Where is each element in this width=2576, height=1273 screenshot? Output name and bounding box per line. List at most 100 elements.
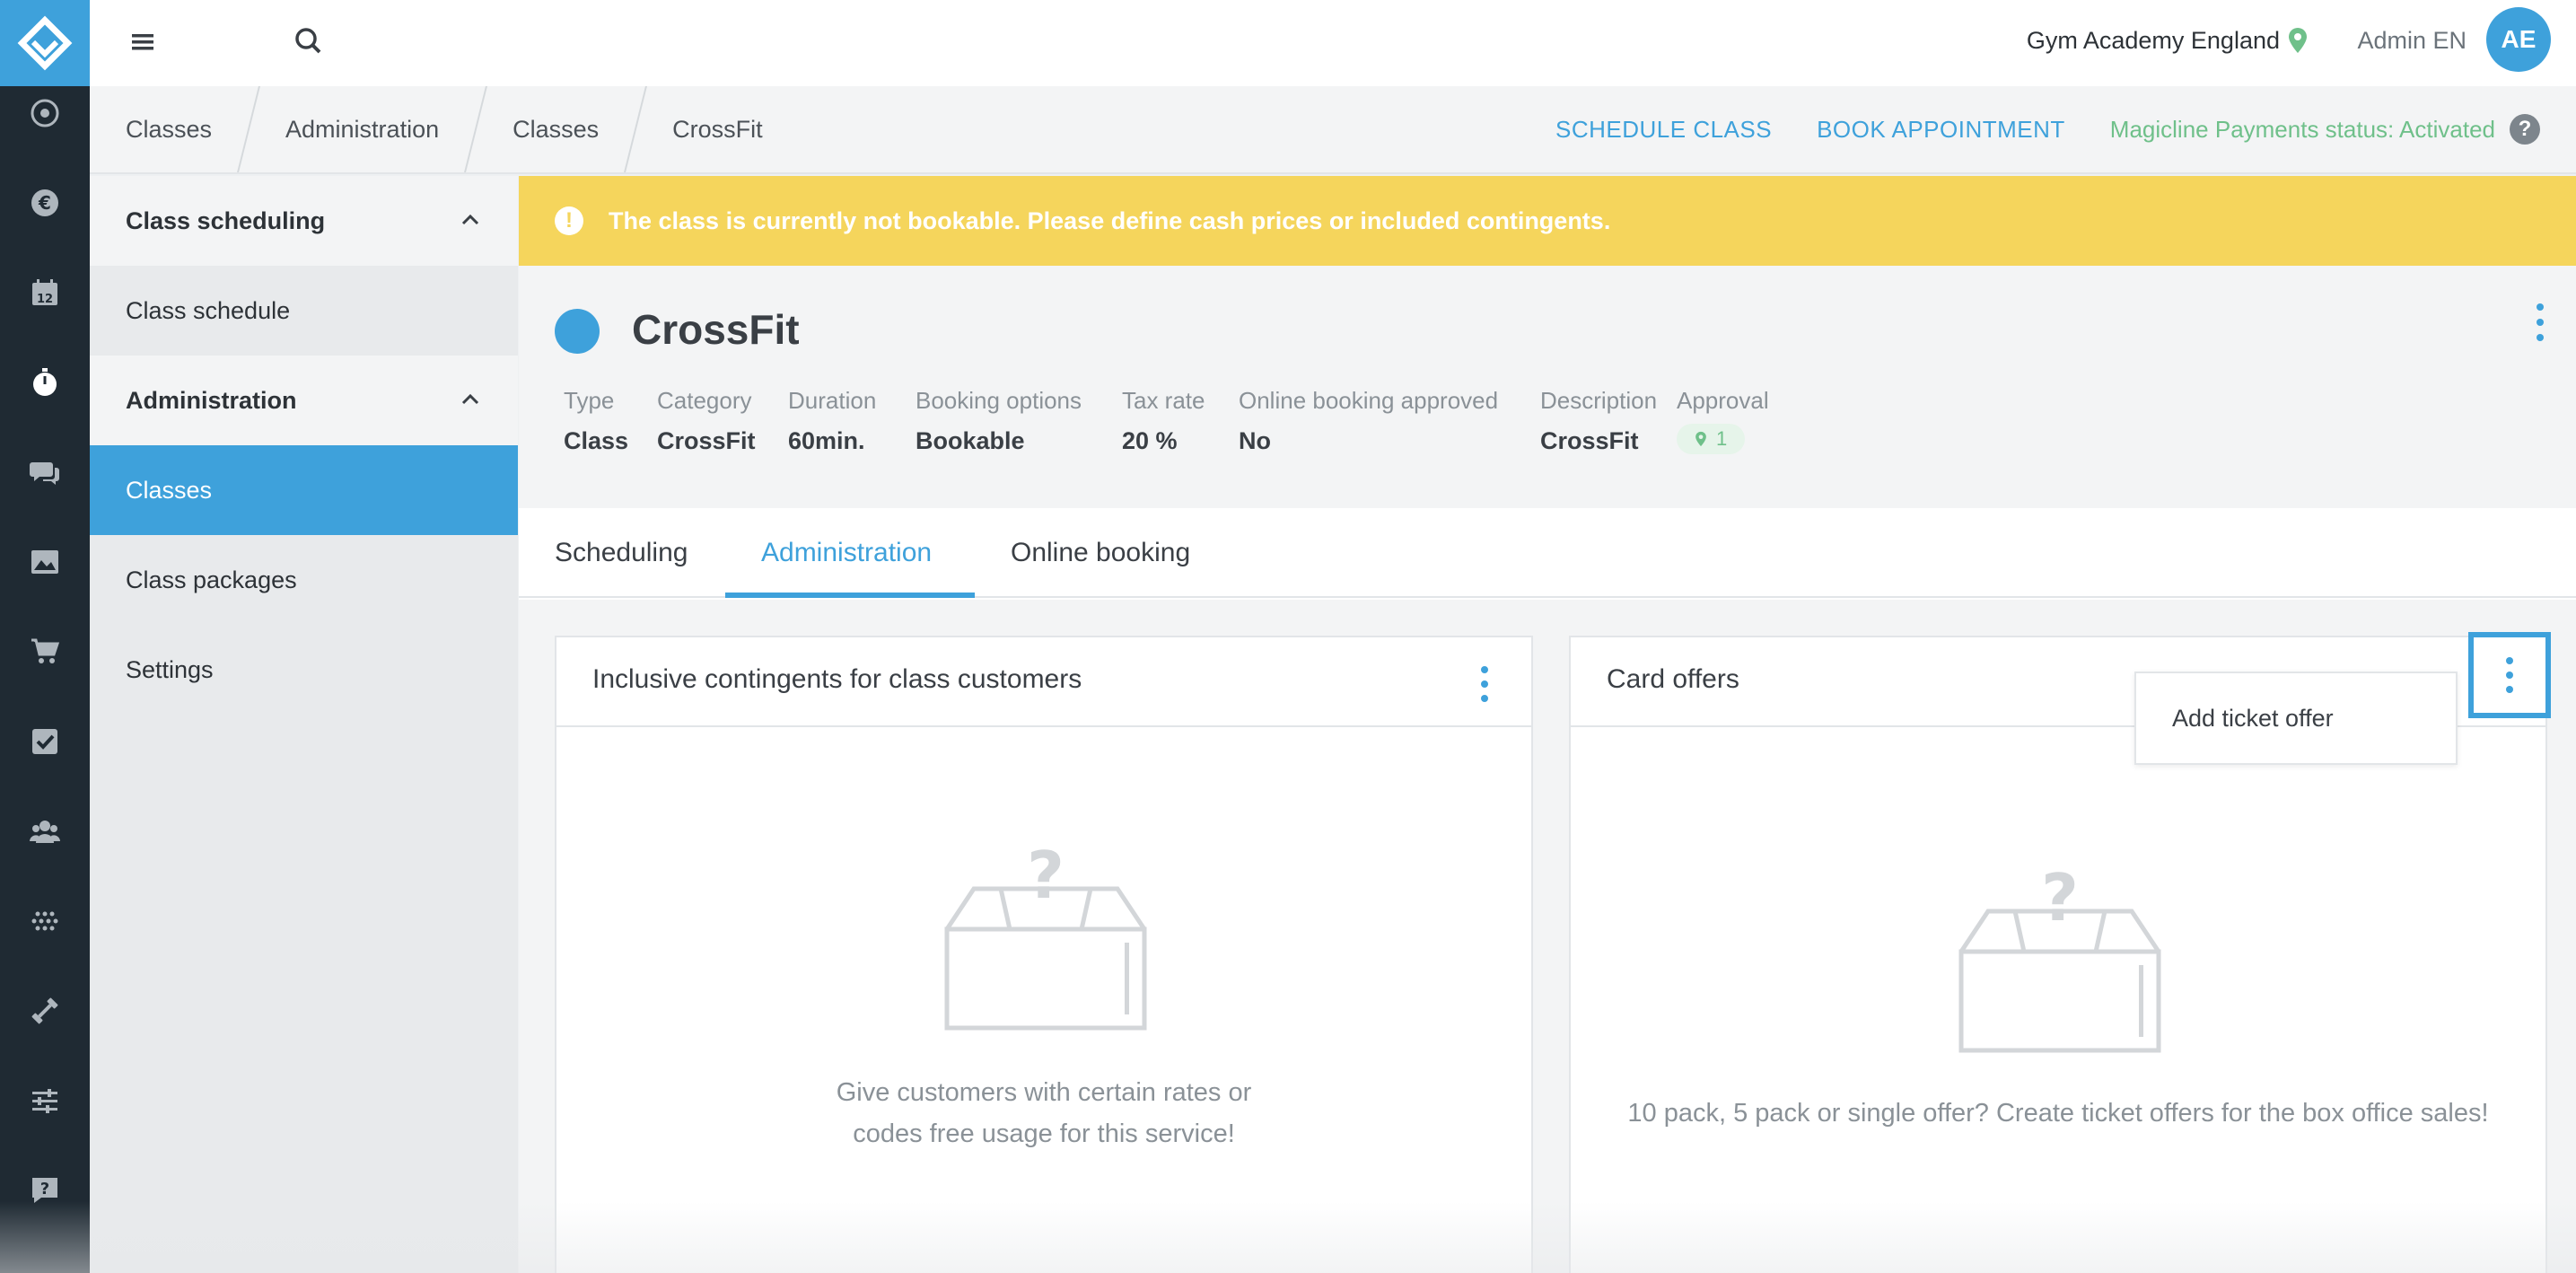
panel-area: Inclusive contingents for class customer…: [519, 600, 2576, 1273]
card-offers-dropdown: Add ticket offer: [2134, 672, 2458, 765]
breadcrumb: Classes Administration Classes CrossFit: [90, 86, 799, 172]
breadcrumb-item[interactable]: Classes: [90, 86, 248, 172]
nav-item-settings[interactable]: Settings: [90, 625, 518, 715]
more-options-icon: [2506, 657, 2513, 693]
calendar-icon[interactable]: 12: [0, 266, 90, 320]
chevron-up-icon: [461, 393, 479, 405]
main-content: ! The class is currently not bookable. P…: [519, 176, 2576, 1273]
tab-administration[interactable]: Administration: [761, 508, 932, 598]
empty-state-text: Give customers with certain rates or cod…: [556, 1072, 1531, 1154]
sliders-icon[interactable]: [0, 1074, 90, 1128]
meta-label: Tax rate: [1122, 387, 1205, 414]
meta-value: 60min.: [788, 427, 865, 454]
checkbox-icon[interactable]: [0, 715, 90, 768]
meta-approval: Approval 1: [1677, 382, 1769, 454]
breadcrumb-item[interactable]: Classes: [477, 86, 635, 172]
meta-label: Online booking approved: [1239, 387, 1499, 414]
feedback-icon[interactable]: ?: [0, 1163, 90, 1217]
stopwatch-icon[interactable]: [0, 356, 90, 409]
schedule-class-button[interactable]: SCHEDULE CLASS: [1555, 116, 1772, 144]
contingents-panel: Inclusive contingents for class customer…: [555, 636, 1533, 1273]
breadcrumb-current: CrossFit: [672, 115, 763, 143]
warning-icon: !: [555, 206, 583, 235]
nav-item-class-schedule[interactable]: Class schedule: [90, 266, 518, 356]
meta-type: Type Class: [564, 382, 628, 463]
empty-box-icon: ?: [944, 839, 1147, 1031]
meta-label: Approval: [1677, 387, 1769, 414]
more-options-icon[interactable]: [2531, 300, 2549, 345]
empty-box-icon: ?: [1958, 862, 2161, 1053]
svg-text:?: ?: [2041, 862, 2079, 935]
nav-group-class-scheduling[interactable]: Class scheduling: [90, 176, 518, 266]
breadcrumb-item[interactable]: Administration: [250, 86, 475, 172]
more-options-icon[interactable]: [1476, 663, 1494, 706]
nav-item-class-packages[interactable]: Class packages: [90, 535, 518, 625]
logo[interactable]: [0, 0, 90, 86]
divider: [556, 725, 1531, 727]
meta-value: CrossFit: [1540, 427, 1639, 454]
meta-category: Category CrossFit: [657, 382, 756, 463]
user-name[interactable]: Admin EN: [2357, 27, 2466, 55]
svg-text:?: ?: [1027, 839, 1065, 913]
meta-online-booking-approved: Online booking approved No: [1239, 382, 1498, 463]
help-icon[interactable]: ?: [2510, 114, 2540, 145]
dumbbell-icon[interactable]: [0, 984, 90, 1038]
nav-group-label: Administration: [126, 386, 297, 414]
dots-grid-icon[interactable]: [0, 894, 90, 948]
payments-status[interactable]: Magicline Payments status: Activated: [2110, 116, 2495, 144]
nav-group-administration[interactable]: Administration: [90, 356, 518, 445]
svg-text:?: ?: [40, 1180, 49, 1198]
meta-label: Type: [564, 387, 615, 414]
hamburger-menu-icon[interactable]: [126, 25, 160, 59]
approval-badge[interactable]: 1: [1677, 424, 1746, 454]
add-ticket-offer-menu-item[interactable]: Add ticket offer: [2136, 673, 2456, 763]
gym-name[interactable]: Gym Academy England: [2027, 27, 2280, 55]
chat-icon[interactable]: [0, 445, 90, 499]
warning-text: The class is currently not bookable. Ple…: [609, 206, 1611, 234]
panel-title: Card offers: [1607, 664, 1739, 694]
empty-state-line: Give customers with certain rates or: [836, 1078, 1252, 1107]
breadcrumb-bar: Classes Administration Classes CrossFit …: [90, 86, 2576, 174]
approval-count: 1: [1716, 427, 1728, 450]
sub-navigation: Class scheduling Class schedule Administ…: [90, 176, 518, 1273]
svg-text:12: 12: [37, 293, 53, 306]
location-pin-icon: [1695, 431, 1706, 447]
tab-online-booking[interactable]: Online booking: [1011, 508, 1190, 598]
euro-icon[interactable]: €: [0, 176, 90, 230]
image-icon[interactable]: [0, 535, 90, 589]
meta-duration: Duration 60min.: [788, 382, 876, 463]
class-title: CrossFit: [632, 306, 800, 353]
avatar[interactable]: AE: [2486, 7, 2551, 72]
meta-value: 20 %: [1122, 427, 1178, 454]
card-offers-more-options-button[interactable]: [2468, 632, 2551, 718]
users-icon[interactable]: [0, 804, 90, 858]
meta-label: Booking options: [916, 387, 1082, 414]
tab-bar: Scheduling Administration Online booking: [519, 508, 2576, 598]
meta-booking-options: Booking options Bookable: [916, 382, 1082, 463]
meta-value: Class: [564, 427, 629, 454]
top-bar: Gym Academy England Admin EN AE: [90, 0, 2576, 86]
magicline-diamond-logo-icon: [17, 15, 73, 71]
empty-state-text: 10 pack, 5 pack or single offer? Create …: [1627, 1099, 2489, 1128]
class-header: CrossFit Type Class Category CrossFit Du…: [519, 266, 2576, 508]
meta-description: Description CrossFit: [1540, 382, 1657, 463]
meta-label: Description: [1540, 387, 1658, 414]
meta-label: Duration: [788, 387, 877, 414]
cart-icon[interactable]: [0, 625, 90, 679]
meta-value: CrossFit: [657, 427, 756, 454]
nav-item-classes[interactable]: Classes: [90, 445, 518, 535]
dashboard-icon[interactable]: [0, 86, 90, 140]
empty-state-line: codes free usage for this service!: [853, 1119, 1235, 1148]
class-color-dot: [555, 309, 600, 354]
meta-label: Category: [657, 387, 752, 414]
meta-value: Bookable: [916, 427, 1025, 454]
search-icon[interactable]: [291, 23, 327, 59]
app-rail: € 12 ?: [0, 0, 90, 1273]
tab-scheduling[interactable]: Scheduling: [555, 508, 688, 598]
top-actions: SCHEDULE CLASS BOOK APPOINTMENT Magiclin…: [1555, 86, 2540, 172]
panel-title: Inclusive contingents for class customer…: [592, 664, 1082, 694]
active-tab-indicator: [725, 593, 975, 598]
warning-banner: ! The class is currently not bookable. P…: [519, 176, 2576, 266]
book-appointment-button[interactable]: BOOK APPOINTMENT: [1817, 116, 2065, 144]
chevron-up-icon: [461, 214, 479, 225]
